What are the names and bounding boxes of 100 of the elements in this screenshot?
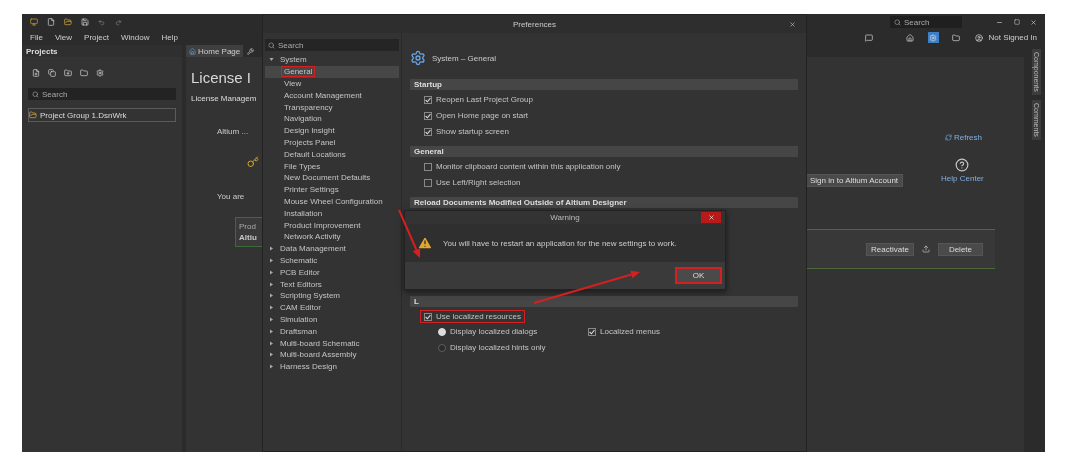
option[interactable]: Localized menus [584,325,798,338]
tree-item[interactable]: Design Insight [281,125,338,137]
tree-row[interactable]: Projects Panel [265,136,399,149]
tree-row[interactable]: Installation [265,207,399,220]
tree-row[interactable]: Navigation [265,113,399,125]
tree-row[interactable]: View [265,77,399,90]
document-tab[interactable]: Home Page [186,45,244,57]
checkbox[interactable] [424,111,432,120]
tree-item[interactable]: Product Improvement [281,219,364,231]
folder-icon[interactable] [950,32,962,43]
tree-item[interactable]: CAM Editor [277,302,324,314]
tree-item[interactable]: Printer Settings [281,184,342,196]
expand-caret-icon[interactable] [269,269,274,275]
user-icon[interactable] [973,32,985,43]
tree-row[interactable]: New Document Defaults [265,171,399,184]
tree-item[interactable]: Scripting System [277,290,344,302]
checkbox[interactable] [424,95,432,104]
tree-item[interactable]: New Document Defaults [281,172,374,184]
message-icon[interactable] [863,32,875,43]
expand-caret-icon[interactable] [269,340,274,346]
tree-item[interactable]: File Types [281,160,324,172]
delete-button[interactable]: Delete [937,242,983,256]
tree-item[interactable]: Transparency [281,101,336,113]
new-file-icon[interactable] [45,16,56,28]
search-field[interactable]: Search [890,16,962,28]
tree-item[interactable]: Projects Panel [281,136,339,148]
tree-row[interactable]: Design Insight [265,124,399,137]
close-icon[interactable] [789,20,796,28]
tree-item[interactable]: View [281,78,305,89]
option[interactable]: Show startup screen [420,125,513,138]
radio-button[interactable] [438,343,446,352]
tree-item[interactable]: Simulation [277,313,321,325]
tree-item[interactable]: Default Locations [281,148,349,160]
tree-item[interactable]: System [277,54,310,66]
home-icon[interactable] [904,32,916,43]
checkbox[interactable] [424,178,432,187]
menu-item[interactable]: Window [121,33,150,42]
settings-icon[interactable] [927,32,939,43]
expand-caret-icon[interactable] [269,57,274,63]
tree-item[interactable]: Multi-board Assembly [277,349,360,361]
tree-item[interactable]: Installation [281,207,326,219]
ok-button[interactable]: OK [675,267,722,284]
wrench-icon[interactable] [245,45,257,57]
folder-icon[interactable] [78,67,89,78]
folder-add-icon[interactable] [62,67,73,78]
search-field[interactable]: Search [28,88,176,100]
menu-item[interactable]: View [54,33,73,42]
menu-item[interactable]: Project [84,33,109,42]
tree-item[interactable]: Draftsman [277,325,320,337]
tree-row[interactable]: Default Locations [265,148,399,161]
expand-caret-icon[interactable] [269,305,274,311]
menu-item[interactable]: File [30,33,43,42]
option[interactable]: Monitor clipboard content within this application only [420,160,625,173]
expand-caret-icon[interactable] [269,328,274,334]
maximize-icon[interactable] [1011,16,1022,28]
checkbox[interactable] [424,162,432,171]
tree-item[interactable]: Navigation [281,113,325,125]
tree-row[interactable]: Transparency [265,101,399,113]
settings-icon[interactable] [94,67,105,78]
tree-item[interactable]: Mouse Wheel Configuration [281,195,386,207]
highlighted-tree-item[interactable]: General [281,66,316,78]
option[interactable]: Display localized hints only [434,341,584,354]
upload-icon[interactable] [921,245,930,253]
tree-row[interactable]: Account Management [265,89,399,102]
expand-caret-icon[interactable] [269,257,274,263]
project-item[interactable]: Project Group 1.DsnWrk [28,108,176,122]
tree-item[interactable]: Harness Design [277,361,340,373]
help-link[interactable]: Help Center [941,174,984,183]
tree-item[interactable]: Network Activity [281,231,344,243]
tree-row[interactable]: Network Activity [265,230,399,243]
search-field[interactable]: Search [265,39,399,51]
account-menu[interactable]: Not Signed In [988,33,1037,42]
expand-caret-icon[interactable] [269,316,274,322]
help-icon[interactable] [955,158,970,172]
open-folder-icon[interactable] [62,16,73,28]
expand-caret-icon[interactable] [269,293,274,299]
checkbox[interactable] [424,312,432,321]
selected-tree-row[interactable]: General [265,65,399,78]
checkbox[interactable] [588,327,596,336]
option[interactable]: Use Left/Right selection [420,176,525,189]
add-file-icon[interactable] [30,67,41,78]
expand-caret-icon[interactable] [269,281,274,287]
expand-caret-icon[interactable] [269,246,274,252]
sign-in-button[interactable]: Sign in to Altium Account [805,174,904,187]
close-button[interactable] [701,212,721,223]
tree-row[interactable]: File Types [265,160,399,172]
menu-item[interactable]: Help [161,33,178,42]
expand-caret-icon[interactable] [269,352,274,358]
refresh-link[interactable]: Refresh [945,133,982,142]
highlighted-option[interactable]: Use localized resources [420,310,525,323]
tree-row[interactable]: Mouse Wheel Configuration [265,195,399,208]
tree-item[interactable]: Schematic [277,254,321,266]
copy-icon[interactable] [46,67,57,78]
tree-item[interactable]: PCB Editor [277,266,323,278]
checkbox[interactable] [424,127,432,136]
tree-row[interactable]: Product Improvement [265,219,399,231]
tree-item[interactable]: Text Editors [277,278,325,290]
tree-item[interactable]: Account Management [281,89,365,101]
reactivate-button[interactable]: Reactivate [866,242,914,256]
tree-row[interactable]: Printer Settings [265,183,399,196]
